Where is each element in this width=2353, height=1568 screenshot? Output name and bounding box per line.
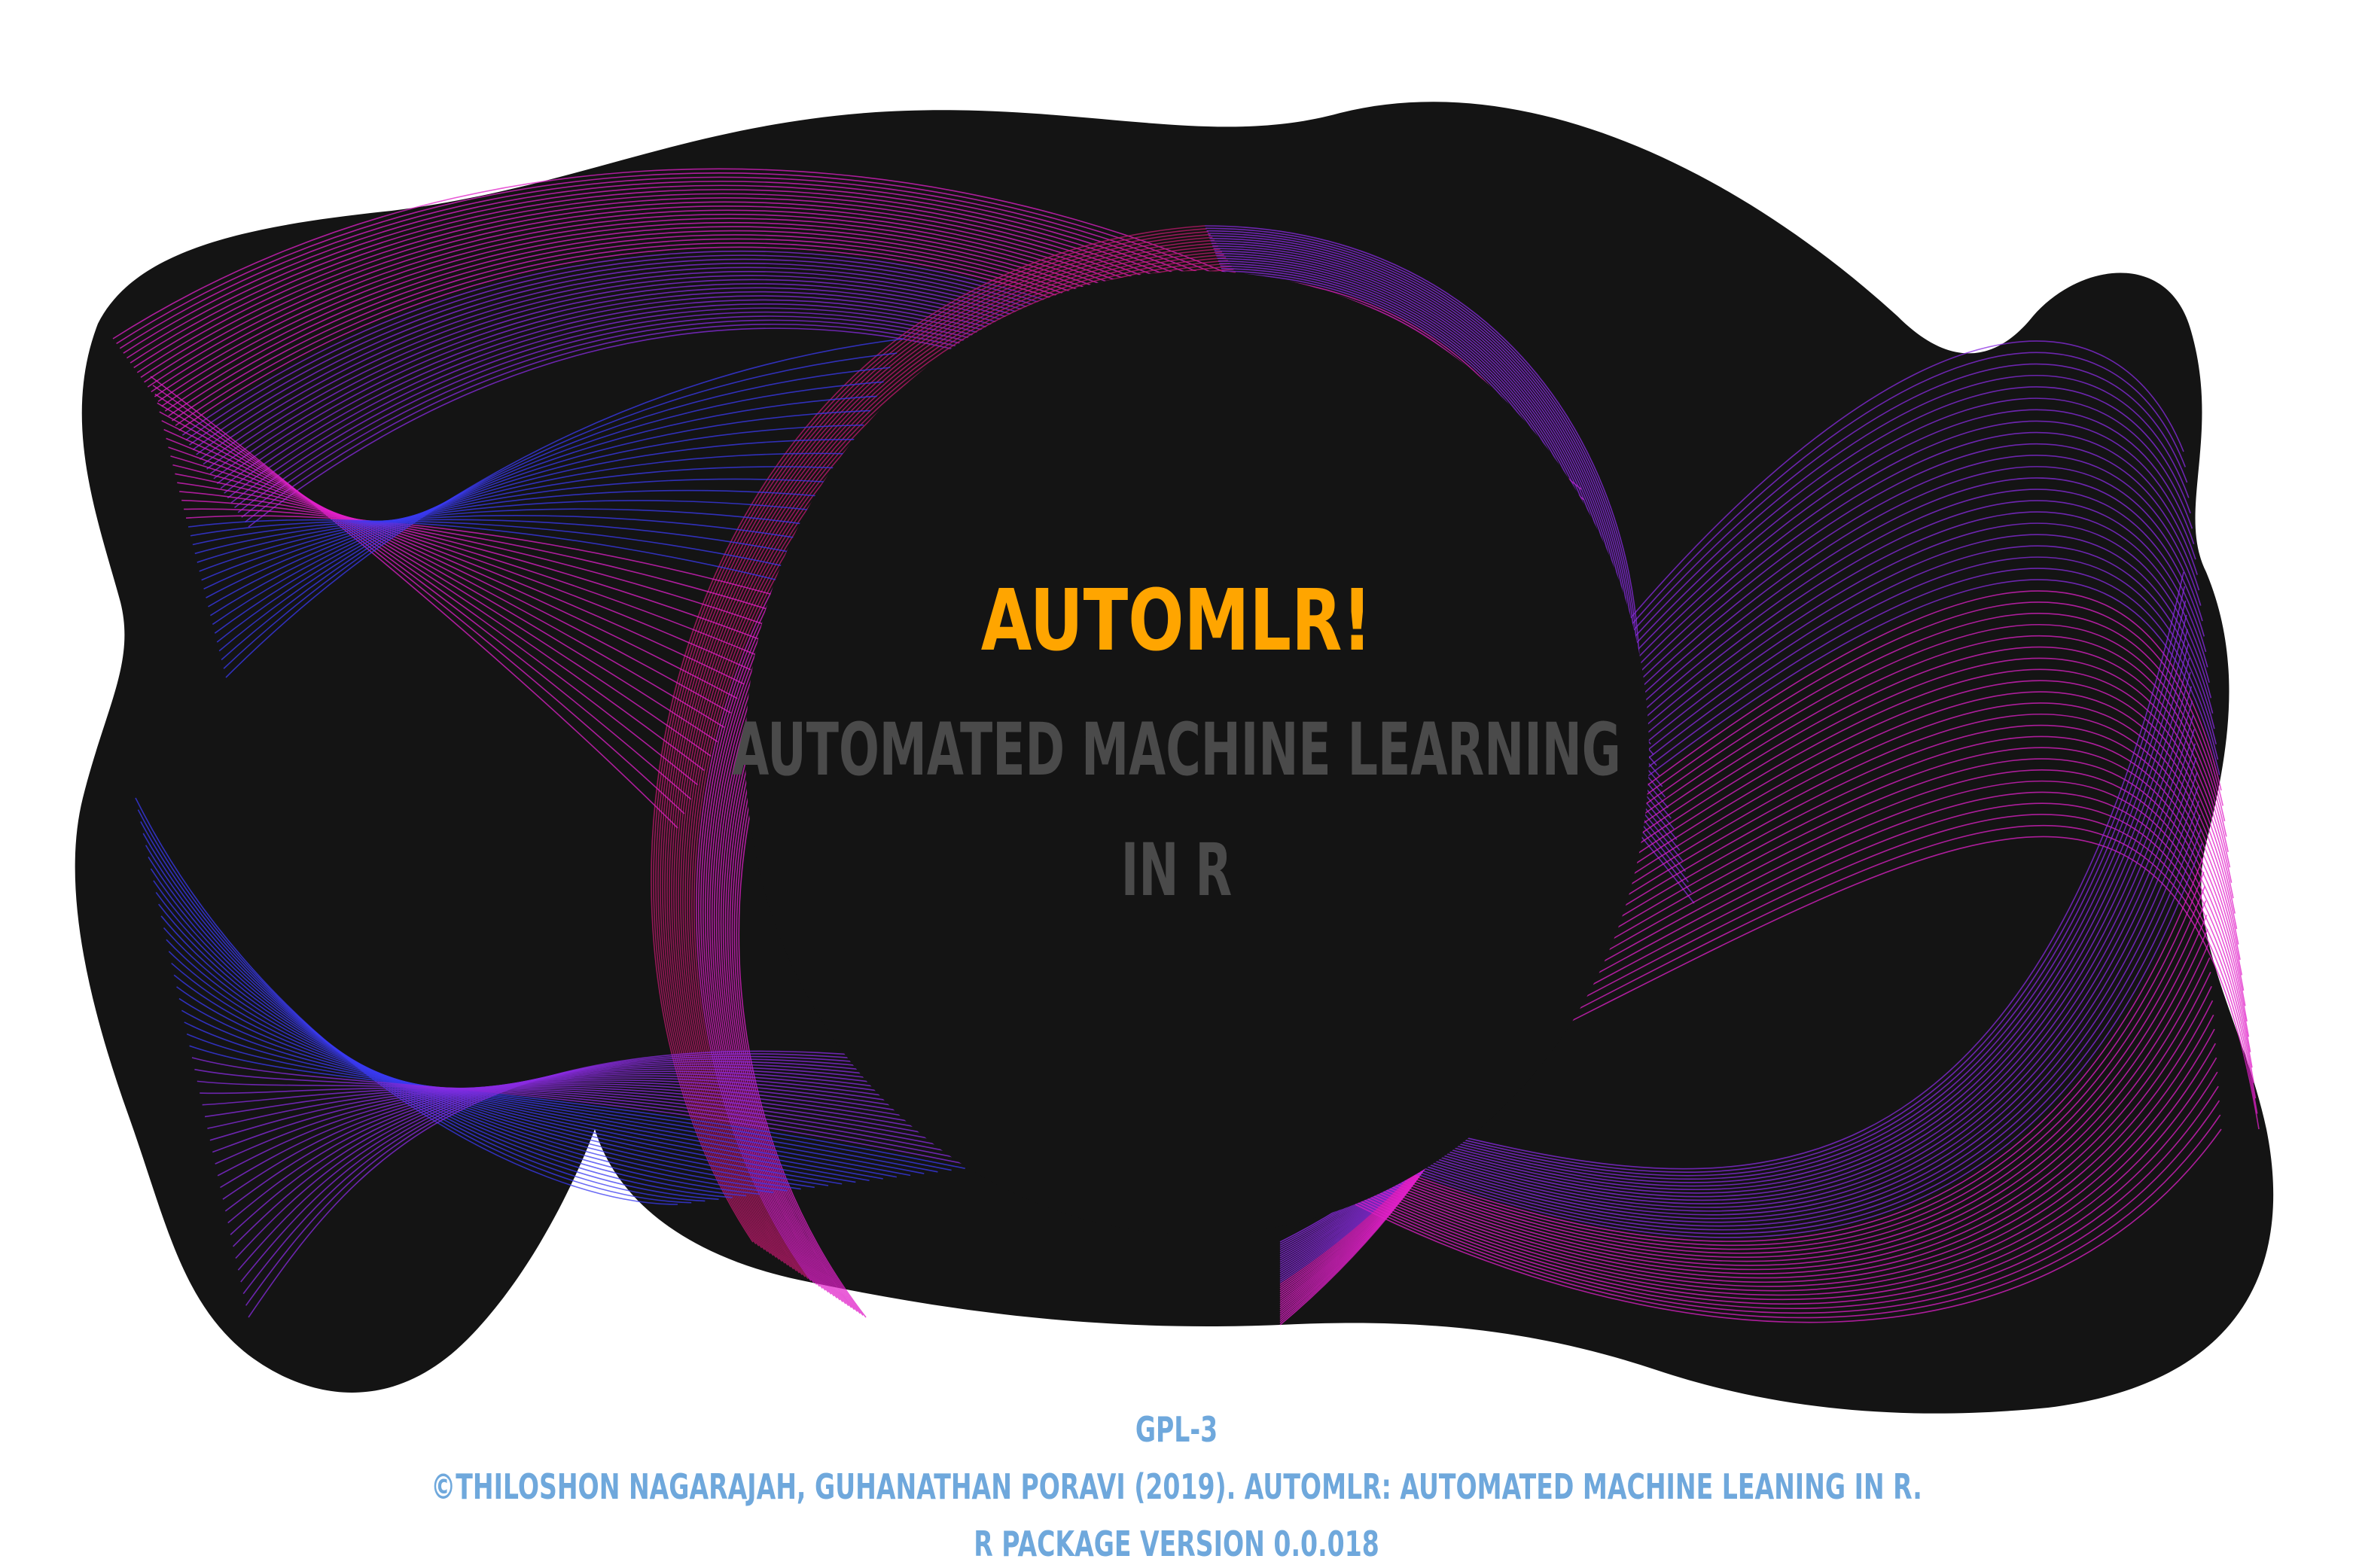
logo-canvas: AUTOMLR! AUTOMATED MACHINE LEARNING IN R… <box>0 0 2353 1568</box>
abstract-wave-artwork <box>75 102 2274 1414</box>
center-dark-circle <box>745 271 1649 1235</box>
